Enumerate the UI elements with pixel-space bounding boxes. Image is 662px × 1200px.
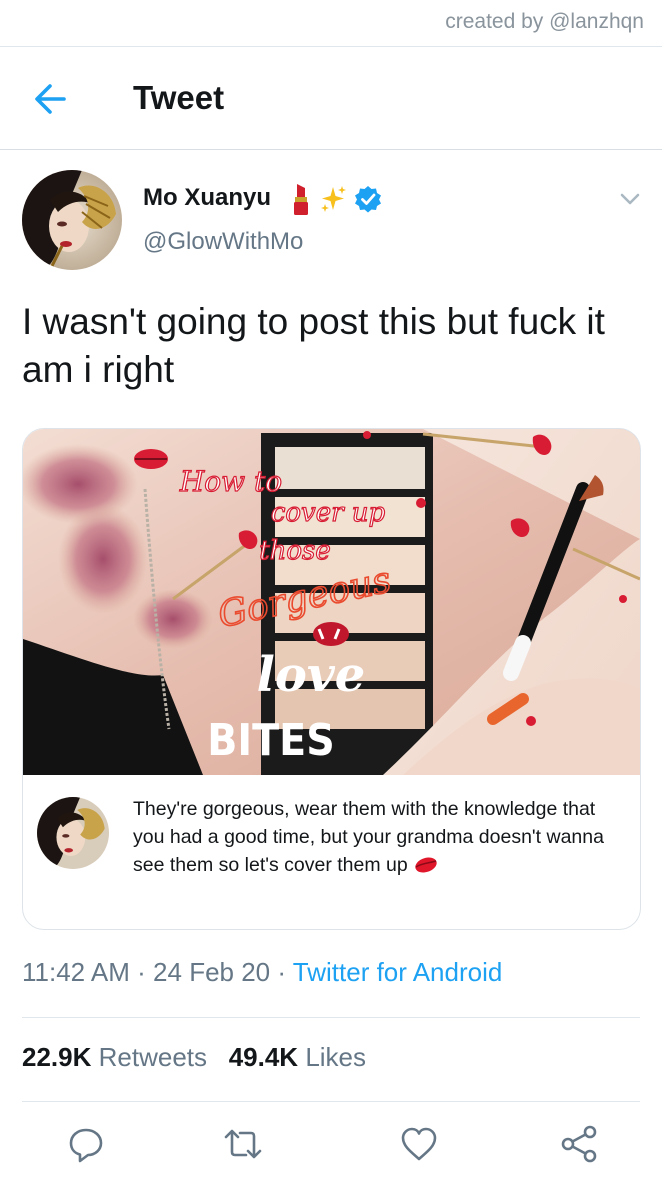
- card-description-text: They're gorgeous, wear them with the kno…: [133, 798, 604, 876]
- watermark-bar: created by @lanzhqn: [0, 0, 662, 47]
- card-image-line-1: How to: [179, 465, 282, 498]
- tweet-date: 24 Feb 20: [153, 957, 271, 987]
- sparkles-emoji: [321, 186, 346, 212]
- lipstick-emoji: [294, 184, 308, 215]
- retweets-count: 22.9K: [22, 1042, 92, 1072]
- meta-separator: ·: [129, 957, 154, 987]
- author-avatar[interactable]: [22, 170, 122, 270]
- link-card[interactable]: How to cover up those Gorgeous love BITE…: [22, 428, 641, 930]
- card-image-line-6: BITES: [207, 715, 334, 766]
- card-image-line-5: love: [257, 647, 366, 703]
- name-badges: [290, 181, 382, 217]
- likes-stat[interactable]: 49.4K Likes: [229, 1042, 366, 1072]
- tweet-time: 11:42 AM: [22, 957, 130, 987]
- likes-label: Likes: [305, 1042, 367, 1072]
- top-app-bar: Tweet: [0, 47, 662, 150]
- card-description: They're gorgeous, wear them with the kno…: [133, 795, 628, 879]
- likes-count: 49.4K: [228, 1042, 299, 1072]
- tweet-menu-button[interactable]: [616, 186, 644, 210]
- verified-icon: [355, 186, 381, 213]
- reply-icon: [69, 1128, 103, 1163]
- kiss-mark-emoji: [415, 857, 437, 873]
- author-name[interactable]: Mo Xuanyu: [143, 184, 271, 212]
- card-image: How to cover up those Gorgeous love BITE…: [23, 429, 640, 775]
- card-avatar: [37, 797, 109, 869]
- chevron-down-icon: [620, 193, 640, 205]
- divider: [22, 1017, 640, 1018]
- watermark-credit: created by @lanzhqn: [445, 10, 644, 33]
- retweets-label: Retweets: [98, 1042, 208, 1072]
- tweet-stats: 22.9K Retweets 49.4K Likes: [22, 1042, 366, 1073]
- page-title: Tweet: [133, 79, 225, 116]
- arrow-left-icon: [35, 84, 66, 114]
- like-button[interactable]: [397, 1122, 441, 1166]
- card-image-line-3: those: [259, 536, 331, 566]
- tweet-source-link[interactable]: Twitter for Android: [293, 957, 503, 987]
- divider: [22, 1101, 640, 1102]
- like-icon: [401, 1127, 437, 1161]
- tweet-meta: 11:42 AM · 24 Feb 20 · Twitter for Andro…: [22, 957, 502, 988]
- retweet-icon: [224, 1129, 262, 1159]
- author-handle[interactable]: @GlowWithMo: [143, 228, 303, 256]
- back-button[interactable]: [28, 77, 76, 121]
- retweet-button[interactable]: [221, 1122, 265, 1166]
- retweets-stat[interactable]: 22.9K Retweets: [22, 1042, 207, 1072]
- reply-button[interactable]: [64, 1122, 108, 1166]
- share-button[interactable]: [557, 1122, 601, 1166]
- card-image-line-2: cover up: [271, 498, 386, 528]
- meta-separator: ·: [270, 957, 293, 987]
- tweet-text: I wasn't going to post this but fuck it …: [22, 301, 605, 390]
- share-icon: [561, 1125, 597, 1163]
